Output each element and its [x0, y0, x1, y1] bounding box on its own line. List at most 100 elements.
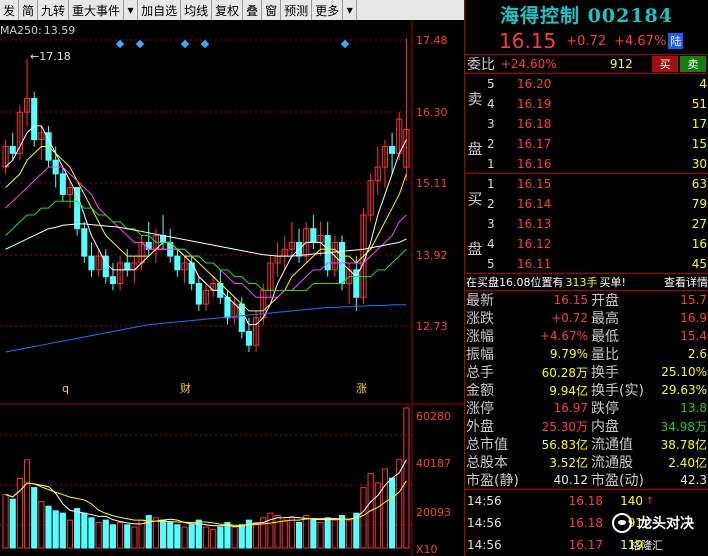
stat-label: 最高: [591, 311, 619, 327]
toolbar-item[interactable]: 复权: [212, 0, 244, 20]
board-badge: 陆: [668, 33, 684, 49]
ask-price: 16.17: [517, 137, 552, 151]
y-tick-label: 16.30: [416, 106, 448, 119]
ma-line: [5, 223, 407, 257]
candle-body: [109, 276, 117, 285]
webi-pct: +24.60%: [500, 57, 557, 71]
order-alert-qty: 313手: [565, 276, 598, 289]
volume-bar: [59, 512, 66, 549]
ask-row[interactable]: 4 16.19 51: [487, 94, 708, 114]
ask-row[interactable]: 3 16.18 17: [487, 114, 708, 134]
candle-body: [238, 303, 245, 332]
ask-level: 4: [487, 97, 495, 111]
volume-bar: [231, 526, 238, 549]
stat-value: 9.94亿: [549, 383, 588, 398]
ask-qty: 15: [691, 137, 707, 151]
volume-bar: [360, 487, 367, 549]
ask-qty: 51: [691, 97, 707, 111]
stat-value: 60.28万: [541, 365, 588, 380]
volume-bar: [152, 517, 159, 549]
ask-row[interactable]: 1 16.16 30: [487, 154, 708, 174]
event-marker-icon: [340, 39, 350, 49]
chart-toolbar: 发简九转 重大事件 ▼ 加自选 均线 复权叠窗预测 更多 ▼: [0, 0, 464, 20]
volume-bar: [23, 459, 31, 549]
y-tick-label: 13.92: [416, 249, 448, 262]
kline-chart[interactable]: 17.48 16.30 15.11 13.92 12.73 60280 40187 20093…: [0, 20, 464, 556]
toolbar-item[interactable]: 九转: [38, 0, 70, 20]
tick-p: 16.17: [568, 538, 603, 552]
stats-row: 振幅 9.79% 量比 2.6: [465, 345, 708, 363]
bid-row[interactable]: 2 16.14 79: [487, 194, 708, 214]
wechat-icon: [612, 513, 632, 533]
toolbar-item[interactable]: 加自选: [138, 0, 182, 20]
stat-value: 42.3: [680, 473, 707, 487]
volume-bar: [381, 468, 389, 549]
volume-bar: [95, 521, 102, 549]
candle-body: [195, 283, 202, 305]
candle-body: [31, 98, 38, 141]
dropdown-arrow-icon[interactable]: ▼: [124, 0, 139, 20]
bid-qty: 27: [691, 217, 707, 231]
ask-row[interactable]: 5 16.20 4: [487, 74, 708, 94]
volume-bar: [303, 514, 310, 549]
bid-row[interactable]: 4 16.12 16: [487, 234, 708, 254]
ask-price: 16.16: [517, 157, 552, 171]
kline-svg[interactable]: 17.48 16.30 15.11 13.92 12.73 60280 40187 20093…: [0, 20, 464, 556]
stat-value: 2.40亿: [668, 455, 707, 470]
volume-bar: [224, 521, 231, 549]
ask-level: 5: [487, 77, 495, 91]
buy-button[interactable]: 买: [652, 56, 679, 72]
sell-button[interactable]: 卖: [680, 56, 706, 72]
volume-bar: [66, 519, 74, 549]
stat-value: 34.98万: [660, 419, 707, 434]
bid-price: 16.12: [517, 237, 552, 251]
tick-row: 14:56 16.18 140 ↑: [465, 490, 708, 512]
stat-label: 内盘: [591, 419, 619, 435]
event-tag: 涨: [356, 382, 367, 395]
toolbar-item[interactable]: 叠: [243, 0, 263, 20]
stat-label: 涨幅: [466, 329, 494, 345]
vol-tick-label: 40187: [416, 457, 451, 470]
ask-level: 2: [487, 137, 495, 151]
volume-bar: [159, 519, 167, 549]
bid-row[interactable]: 3 16.13 27: [487, 214, 708, 234]
webi-label: 委比: [467, 57, 495, 73]
bid-qty: 45: [691, 257, 707, 271]
toolbar-item[interactable]: 简: [19, 0, 39, 20]
quote-panel: 海得控制 002184 16.15 +0.72 +4.67% 陆 委比 +24.…: [464, 0, 708, 556]
toolbar-item[interactable]: 均线: [181, 0, 213, 20]
bid-book: 买 盘 1 16.15 63 2 16.14 79 3 16.13 27 4 16.12 16 5 16.…: [465, 174, 708, 274]
toolbar-item[interactable]: 预测: [281, 0, 313, 20]
bid-price: 16.13: [517, 217, 552, 231]
toolbar-item[interactable]: 重大事件: [69, 0, 125, 20]
watermark: 龙头对决: [612, 513, 694, 533]
toolbar-item[interactable]: 发: [0, 0, 20, 20]
dropdown-arrow-icon[interactable]: ▼: [343, 0, 358, 20]
volume-bar: [45, 505, 52, 549]
ask-side-char-2: 盘: [467, 139, 483, 158]
stat-value: 16.15: [553, 293, 588, 307]
stat-value: 3.52亿: [549, 455, 588, 470]
stat-value: 25.10%: [661, 365, 707, 379]
ask-level: 3: [487, 117, 495, 131]
toolbar-item[interactable]: 窗: [262, 0, 282, 20]
bid-price: 16.14: [517, 197, 552, 211]
y-tick-label: 17.48: [416, 34, 448, 47]
toolbar-item[interactable]: 更多: [312, 0, 344, 20]
ask-level: 1: [487, 157, 495, 171]
stat-label: 流通值: [591, 437, 633, 453]
order-alert: 在买盘16.08位置有 313手 买单! 查看详情: [465, 274, 708, 291]
webi-row: 委比 +24.60% 912 买 卖: [465, 54, 708, 74]
view-details-link[interactable]: 查看详情: [664, 274, 708, 290]
vol-tick-label: 60280: [416, 410, 451, 423]
ask-row[interactable]: 2 16.17 15: [487, 134, 708, 154]
bid-row[interactable]: 5 16.11 45: [487, 254, 708, 274]
bid-qty: 63: [691, 177, 707, 191]
ma-line: [5, 304, 407, 353]
volume-bar: [338, 514, 346, 549]
stat-value: 15.4: [680, 329, 707, 343]
stat-value: 40.12: [553, 473, 588, 487]
volume-bar: [217, 526, 224, 549]
ask-side-label: 卖 盘: [465, 74, 485, 173]
bid-row[interactable]: 1 16.15 63: [487, 174, 708, 194]
